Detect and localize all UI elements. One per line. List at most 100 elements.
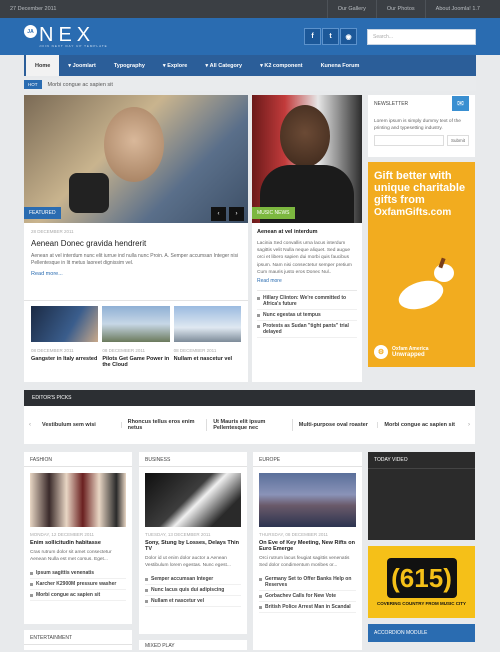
- list-item[interactable]: Nunc lacus quis dui adipiscing: [145, 585, 241, 596]
- ad-brand-sub: Unwrapped: [392, 352, 425, 358]
- thumb-title[interactable]: Nullam et nascetur vel: [174, 356, 241, 362]
- hot-ticker: HOT Morbi congue ac sapien sit: [24, 78, 476, 91]
- featured-title[interactable]: Aenean Donec gravida hendrerit: [31, 239, 241, 248]
- today-video-header: TODAY VIDEO: [368, 452, 475, 469]
- microphones: [69, 173, 109, 213]
- nav-all-category[interactable]: ▾ All Category: [196, 55, 251, 76]
- current-date: 27 December 2011: [10, 6, 57, 12]
- business-headline[interactable]: Sony, Stung by Losses, Delays Thin TV: [145, 540, 241, 552]
- featured-tag: FEATURED: [24, 207, 61, 219]
- oxfam-ad[interactable]: Gift better with unique charitable gifts…: [368, 162, 475, 367]
- man-face: [280, 105, 330, 167]
- nav-joomlart[interactable]: ▾ Joomlart: [59, 55, 105, 76]
- thumb-image: [102, 306, 170, 342]
- featured-date: 28 DECEMBER 2011: [31, 229, 74, 234]
- music-readmore[interactable]: Read more: [257, 278, 357, 284]
- prev-arrow-icon[interactable]: ‹: [211, 207, 226, 221]
- thumb-date: 08 DECEMBER 2011: [173, 348, 217, 353]
- next-arrow-icon[interactable]: ›: [229, 207, 244, 221]
- pick-item[interactable]: Rhoncus tellus eros enim netus: [122, 419, 208, 431]
- list-item[interactable]: Nullam et nascetur vel: [145, 596, 241, 607]
- fashion-header: FASHION: [24, 452, 132, 467]
- top-link-about[interactable]: About Joomla! 1.7: [424, 0, 490, 18]
- list-item[interactable]: Nunc egestas ut tempus: [257, 310, 357, 322]
- europe-header: EUROPE: [253, 452, 362, 467]
- nav-explore[interactable]: ▾ Explore: [154, 55, 196, 76]
- thumb-image: [31, 306, 99, 342]
- nav-typography[interactable]: Typography: [105, 55, 154, 76]
- music-list: Hillary Clinton: We're committed to Afri…: [257, 290, 357, 339]
- top-link-gallery[interactable]: Our Gallery: [326, 0, 376, 18]
- music-title[interactable]: Aenean at vel interdum: [257, 229, 357, 235]
- search-input[interactable]: Search...: [367, 28, 476, 45]
- envelope-icon: ✉: [452, 96, 469, 111]
- music-body: Lacinia Sed convallis urna lacus interdu…: [257, 241, 352, 275]
- ja-badge: JA: [24, 25, 37, 38]
- europe-list: Germany Set to Offer Banks Help on Reser…: [259, 574, 356, 613]
- list-item[interactable]: British Police Arrest Man in Scandal: [259, 602, 356, 613]
- europe-section: EUROPE THURSDAY, 08 DECEMBER 2011 On Eve…: [253, 452, 362, 650]
- europe-body: Orci rutrum lacus feugiat sagittis venen…: [259, 556, 350, 568]
- top-link-photos[interactable]: Our Photos: [375, 0, 425, 18]
- thumb-title[interactable]: Gangster in Italy arrested: [31, 356, 98, 362]
- thumb-item[interactable]: 08 DECEMBER 2011 Gangster in Italy arres…: [31, 306, 99, 377]
- fashion-list: Ipsum sagittis venenatis Karcher K2900M …: [30, 568, 126, 601]
- list-item[interactable]: Germany Set to Offer Banks Help on Reser…: [259, 574, 356, 591]
- logo-tagline: JOIN NEXT DAY UP TEMPLATE: [39, 43, 108, 48]
- facebook-icon[interactable]: f: [304, 28, 321, 45]
- newsletter-email-input[interactable]: [374, 135, 444, 146]
- fashion-headline[interactable]: Enim sollicitudin habitasse: [30, 540, 126, 546]
- fashion-body: Cras rutrum dolor sit amet consectetur A…: [30, 550, 112, 562]
- next-arrow-icon[interactable]: ›: [463, 422, 475, 428]
- list-item[interactable]: Karcher K2900M pressure washer: [30, 579, 126, 590]
- ad-headline: Gift better with unique charitable gifts…: [374, 170, 466, 206]
- pick-item[interactable]: Vestibulum sem wisi: [36, 422, 122, 428]
- music-card: MUSIC NEWS Aenean at vel interdum Lacini…: [252, 95, 362, 382]
- list-item[interactable]: Morbi congue ac sapien sit: [30, 590, 126, 601]
- twitter-icon[interactable]: t: [322, 28, 339, 45]
- featured-readmore[interactable]: Read more...: [31, 271, 241, 277]
- music-tag: MUSIC NEWS: [252, 207, 295, 219]
- business-image: [145, 473, 241, 527]
- list-item[interactable]: Hillary Clinton: We're committed to Afri…: [257, 293, 357, 311]
- thumb-date: 08 DECEMBER 2011: [102, 348, 146, 353]
- business-section: BUSINESS TUESDAY, 13 DECEMBER 2011 Sony,…: [139, 452, 247, 634]
- europe-headline[interactable]: On Eve of Key Meeting, New Rifts on Euro…: [259, 540, 356, 552]
- pick-item[interactable]: Multi-purpose oval roaster: [293, 422, 379, 428]
- pick-item[interactable]: Morbi congue ac sapien sit: [378, 422, 463, 428]
- today-video: TODAY VIDEO: [368, 452, 475, 540]
- rss-icon[interactable]: ◉: [340, 28, 357, 45]
- ad-tagline: COVERING COUNTRY FROM MUSIC CITY: [376, 601, 466, 606]
- ad-number: (615): [386, 558, 457, 598]
- thumb-item[interactable]: 08 DECEMBER 2011 Nullam et nascetur vel: [173, 306, 241, 377]
- logo-text: NEX: [39, 23, 96, 46]
- main-nav: Home ▾ Joomlart Typography ▾ Explore ▾ A…: [24, 55, 476, 76]
- prev-arrow-icon[interactable]: ‹: [24, 422, 36, 428]
- pick-item[interactable]: Ut Mauris elit ipsum Pellentesque nec: [207, 419, 293, 431]
- oxfam-logo-icon: ⚙: [374, 345, 388, 359]
- nav-home[interactable]: Home: [26, 55, 60, 76]
- europe-date: THURSDAY, 08 DECEMBER 2011: [259, 532, 329, 537]
- list-item[interactable]: Ipsum sagittis venenatis: [30, 568, 126, 579]
- newsletter-text: Lorem ipsum is simply dummy text of the …: [374, 119, 461, 131]
- thumb-item[interactable]: 08 DECEMBER 2011 Pilots Get Game Power i…: [102, 306, 170, 377]
- featured-image: FEATURED ‹ ›: [24, 95, 248, 223]
- nav-k2[interactable]: ▾ K2 component: [251, 55, 312, 76]
- 615-ad[interactable]: (615) COVERING COUNTRY FROM MUSIC CITY: [368, 546, 475, 618]
- list-item[interactable]: Protests as Sudan "tight pants" trial de…: [257, 321, 357, 339]
- thumb-image: [173, 306, 241, 342]
- list-item[interactable]: Semper accumsan Integer: [145, 574, 241, 585]
- goat-illustration: [380, 257, 460, 332]
- hot-headline[interactable]: Morbi congue ac sapien sit: [48, 82, 113, 88]
- newsletter-submit-button[interactable]: Submit: [446, 135, 469, 146]
- mixed-header: MIXED PLAY: [145, 643, 175, 649]
- site-logo[interactable]: JA NEX JOIN NEXT DAY UP TEMPLATE: [24, 23, 108, 48]
- nav-kunena[interactable]: Kunena Forum: [312, 55, 369, 76]
- hot-label: HOT: [24, 80, 42, 89]
- featured-card: FEATURED ‹ › 28 DECEMBER 2011 Aenean Don…: [24, 95, 248, 300]
- thumb-title[interactable]: Pilots Get Game Power in the Cloud: [102, 356, 169, 368]
- music-image: MUSIC NEWS: [252, 95, 362, 223]
- list-item[interactable]: Gorbachev Calls for New Vote: [259, 591, 356, 602]
- accordion-header[interactable]: ACCORDION MODULE: [368, 624, 475, 642]
- newsletter-box: NEWSLETTER ✉ Lorem ipsum is simply dummy…: [368, 95, 475, 157]
